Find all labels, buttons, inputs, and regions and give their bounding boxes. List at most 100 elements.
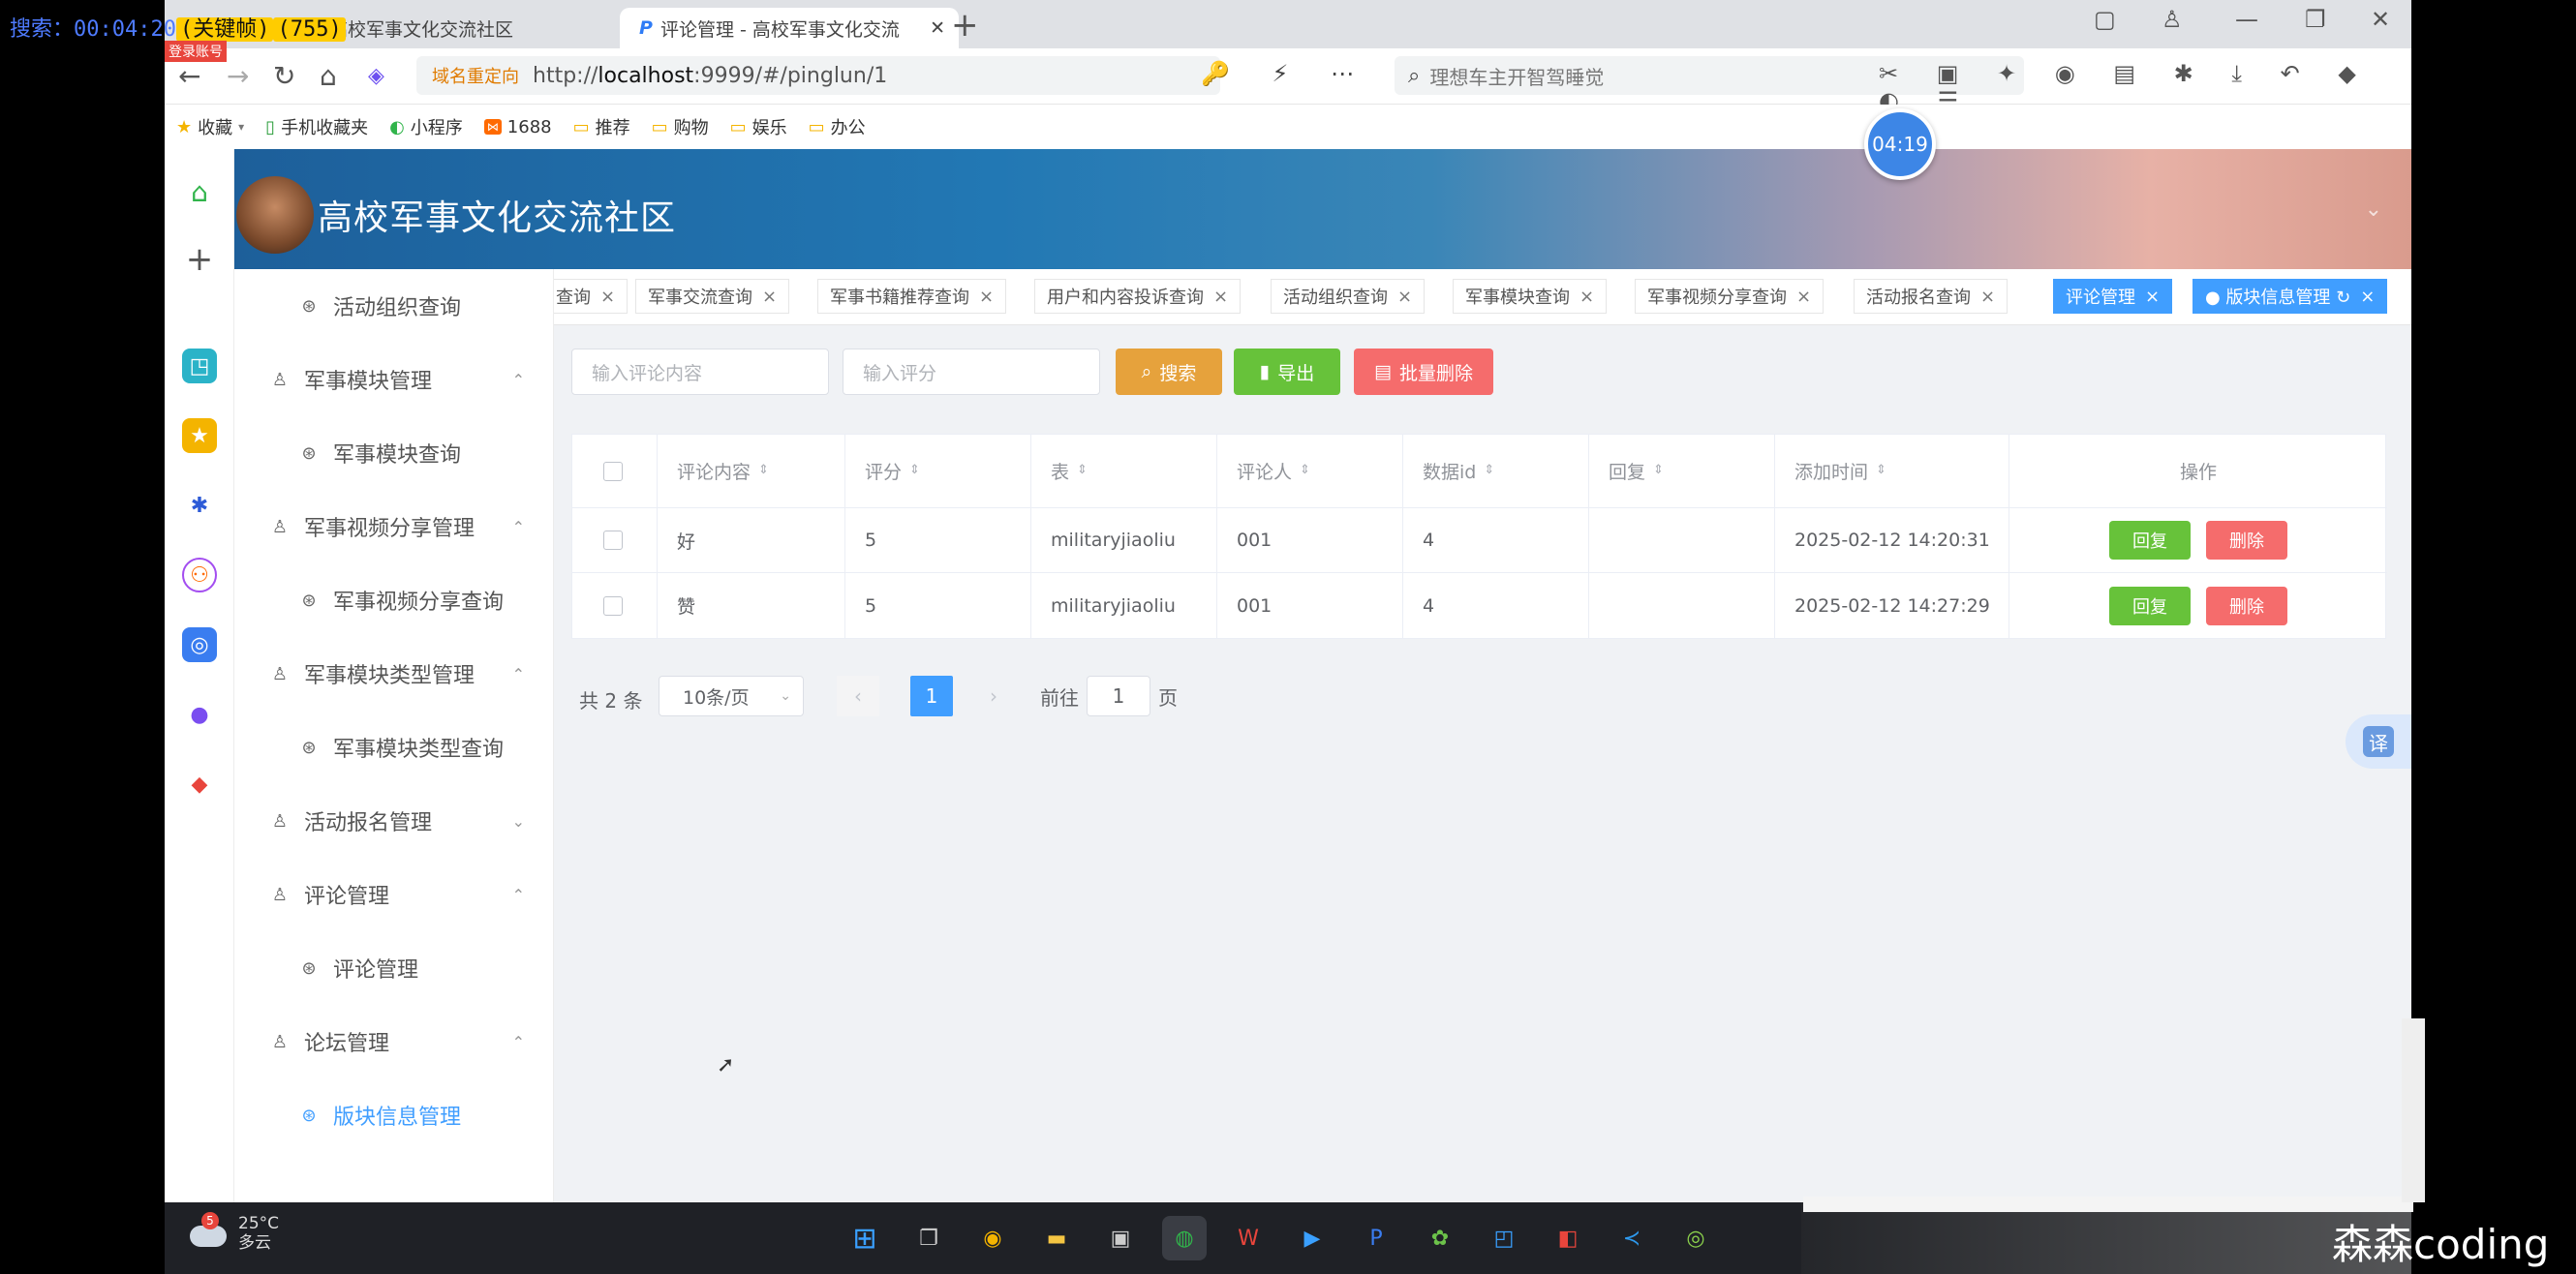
- timer-bubble[interactable]: 04:19: [1864, 108, 1936, 180]
- batch-delete-button[interactable]: ▤ 批量删除: [1354, 349, 1493, 395]
- close-icon[interactable]: ×: [2145, 287, 2160, 307]
- sort-icon[interactable]: ⇕: [1653, 464, 1664, 477]
- page-size-select[interactable]: 10条/页 ⌄: [659, 676, 804, 716]
- reload-icon[interactable]: ↻: [273, 60, 295, 92]
- browser-tab-2[interactable]: P 评论管理 - 高校军事文化交流 ✕: [620, 8, 959, 48]
- tag-item[interactable]: 活动组织查询 ×: [1271, 279, 1426, 314]
- bookmark-item[interactable]: ▭ 办公: [809, 114, 866, 139]
- idea-icon[interactable]: ◧: [1546, 1216, 1590, 1260]
- sort-icon[interactable]: ⇕: [909, 464, 920, 477]
- bookmark-item[interactable]: ▭ 推荐: [573, 114, 630, 139]
- close-icon[interactable]: ×: [1397, 287, 1412, 307]
- page-number-current[interactable]: 1: [910, 676, 953, 716]
- tag-item[interactable]: 查询 ×: [554, 279, 629, 314]
- media-player-icon[interactable]: ▶: [1290, 1216, 1334, 1260]
- close-icon[interactable]: ×: [1579, 287, 1594, 307]
- row-checkbox[interactable]: [572, 573, 658, 638]
- tag-item[interactable]: 用户和内容投诉查询 ×: [1034, 279, 1242, 314]
- app-icon[interactable]: ✿: [1418, 1216, 1462, 1260]
- vscode-icon[interactable]: ≺: [1610, 1216, 1654, 1260]
- ai-icon[interactable]: ◈: [368, 64, 384, 88]
- sidebar-item-comment[interactable]: ⊛ 评论管理: [234, 931, 553, 1005]
- chrome-icon[interactable]: ◉: [970, 1216, 1015, 1260]
- close-icon[interactable]: ×: [1980, 287, 1995, 307]
- back-icon[interactable]: ←: [178, 60, 200, 92]
- sidebar-item-module-type-query[interactable]: ⊛ 军事模块类型查询: [234, 711, 553, 784]
- bookmark-item[interactable]: ★ 收藏 ▾: [176, 114, 244, 139]
- close-icon[interactable]: ×: [2360, 287, 2375, 307]
- favorites-icon[interactable]: ★: [182, 418, 217, 453]
- tag-item[interactable]: 活动报名查询 ×: [1854, 279, 2009, 314]
- comment-content-input[interactable]: 输入评论内容: [571, 349, 829, 395]
- task-view-icon[interactable]: ❐: [906, 1216, 951, 1260]
- window-close-icon[interactable]: ✕: [2371, 6, 2390, 33]
- reply-button[interactable]: 回复: [2109, 586, 2191, 625]
- sort-icon[interactable]: ⇕: [1300, 464, 1310, 477]
- delete-button[interactable]: 删除: [2206, 586, 2287, 625]
- weather-widget[interactable]: 5 25°C 多云: [190, 1212, 279, 1254]
- sidebar-item-activity-query[interactable]: ⊛ 活动组织查询: [234, 269, 553, 343]
- wps-icon[interactable]: W: [1226, 1216, 1271, 1260]
- select-all-checkbox[interactable]: [572, 435, 658, 507]
- prev-page-button[interactable]: ‹: [837, 676, 879, 716]
- minimize-icon[interactable]: —: [2235, 6, 2258, 33]
- file-explorer-icon[interactable]: ▬: [1034, 1216, 1079, 1260]
- sidebar-item-video-query[interactable]: ⊛ 军事视频分享查询: [234, 563, 553, 637]
- reply-button[interactable]: 回复: [2109, 521, 2191, 560]
- close-icon[interactable]: ✕: [930, 17, 945, 39]
- home-icon[interactable]: ⌂: [320, 60, 337, 92]
- shirt-icon[interactable]: ♙: [2162, 6, 2183, 33]
- col-table[interactable]: 表 ⇕: [1031, 435, 1217, 507]
- forward-icon[interactable]: →: [227, 60, 249, 92]
- sidebar-item-video-mgmt[interactable]: ♙ 军事视频分享管理 ⌃: [234, 490, 553, 563]
- sidebar-item-forum-mgmt[interactable]: ♙ 论坛管理 ⌃: [234, 1005, 553, 1078]
- game-icon[interactable]: ◆: [182, 767, 217, 802]
- sidebar-item-module-mgmt[interactable]: ♙ 军事模块管理 ⌃: [234, 343, 553, 416]
- wechat-icon[interactable]: ◍: [1162, 1216, 1207, 1260]
- powerpoint-icon[interactable]: P: [1354, 1216, 1398, 1260]
- windows-start-icon[interactable]: ⊞: [843, 1216, 887, 1260]
- sidebar-item-comment-mgmt[interactable]: ♙ 评论管理 ⌃: [234, 858, 553, 931]
- tag-item[interactable]: 军事书籍推荐查询 ×: [817, 279, 1007, 314]
- sort-icon[interactable]: ⇕: [1077, 464, 1088, 477]
- sort-icon[interactable]: ⇕: [1876, 464, 1886, 477]
- tag-item-active[interactable]: ● 版块信息管理 ↻ ×: [2193, 279, 2388, 314]
- page-goto-input[interactable]: 1: [1087, 676, 1150, 716]
- sidebar-item-module-query[interactable]: ⊛ 军事模块查询: [234, 416, 553, 490]
- tag-item[interactable]: 军事交流查询 ×: [635, 279, 790, 314]
- navicat-icon[interactable]: ◰: [1482, 1216, 1526, 1260]
- close-icon[interactable]: ×: [979, 287, 994, 307]
- bookmark-item[interactable]: ◐ 小程序: [389, 114, 463, 139]
- score-input[interactable]: 输入评分: [843, 349, 1100, 395]
- translate-button[interactable]: 译: [2346, 714, 2411, 769]
- home-icon[interactable]: ⌂: [182, 174, 217, 209]
- next-page-button[interactable]: ›: [972, 676, 1015, 716]
- network-icon[interactable]: ✱: [182, 488, 217, 523]
- close-icon[interactable]: ×: [1796, 287, 1811, 307]
- tab-count-icon[interactable]: ▢: [2094, 6, 2116, 33]
- tag-item-active[interactable]: 评论管理 ×: [2053, 279, 2173, 314]
- delete-button[interactable]: 删除: [2206, 521, 2287, 560]
- ai-icon[interactable]: ◎: [182, 627, 217, 662]
- browser-icon[interactable]: ◎: [1673, 1216, 1718, 1260]
- col-score[interactable]: 评分 ⇕: [845, 435, 1031, 507]
- export-button[interactable]: ▮ 导出: [1234, 349, 1340, 395]
- sidebar-item-module-type-mgmt[interactable]: ♙ 军事模块类型管理 ⌃: [234, 637, 553, 711]
- bookmark-item[interactable]: ⋈ 1688: [483, 117, 552, 137]
- sort-icon[interactable]: ⇕: [1484, 464, 1494, 477]
- chat-icon[interactable]: ●: [182, 697, 217, 732]
- bookmark-item[interactable]: ▭ 娱乐: [730, 114, 787, 139]
- app-icon[interactable]: ◳: [182, 349, 217, 383]
- bookmark-item[interactable]: ▯ 手机收藏夹: [265, 114, 368, 139]
- sidebar-item-signup-mgmt[interactable]: ♙ 活动报名管理 ⌄: [234, 784, 553, 858]
- sort-icon[interactable]: ⇕: [758, 464, 769, 477]
- col-content[interactable]: 评论内容 ⇕: [658, 435, 845, 507]
- bookmark-item[interactable]: ▭ 购物: [652, 114, 709, 139]
- url-input[interactable]: 域名重定向 http://localhost:9999/#/pinglun/1: [416, 56, 1220, 95]
- row-checkbox[interactable]: [572, 508, 658, 572]
- search-button[interactable]: ⌕ 搜索: [1116, 349, 1222, 395]
- tag-item[interactable]: 军事模块查询 ×: [1453, 279, 1608, 314]
- tag-item[interactable]: 军事视频分享查询 ×: [1635, 279, 1825, 314]
- close-icon[interactable]: ×: [600, 287, 615, 307]
- close-icon[interactable]: ×: [1213, 287, 1228, 307]
